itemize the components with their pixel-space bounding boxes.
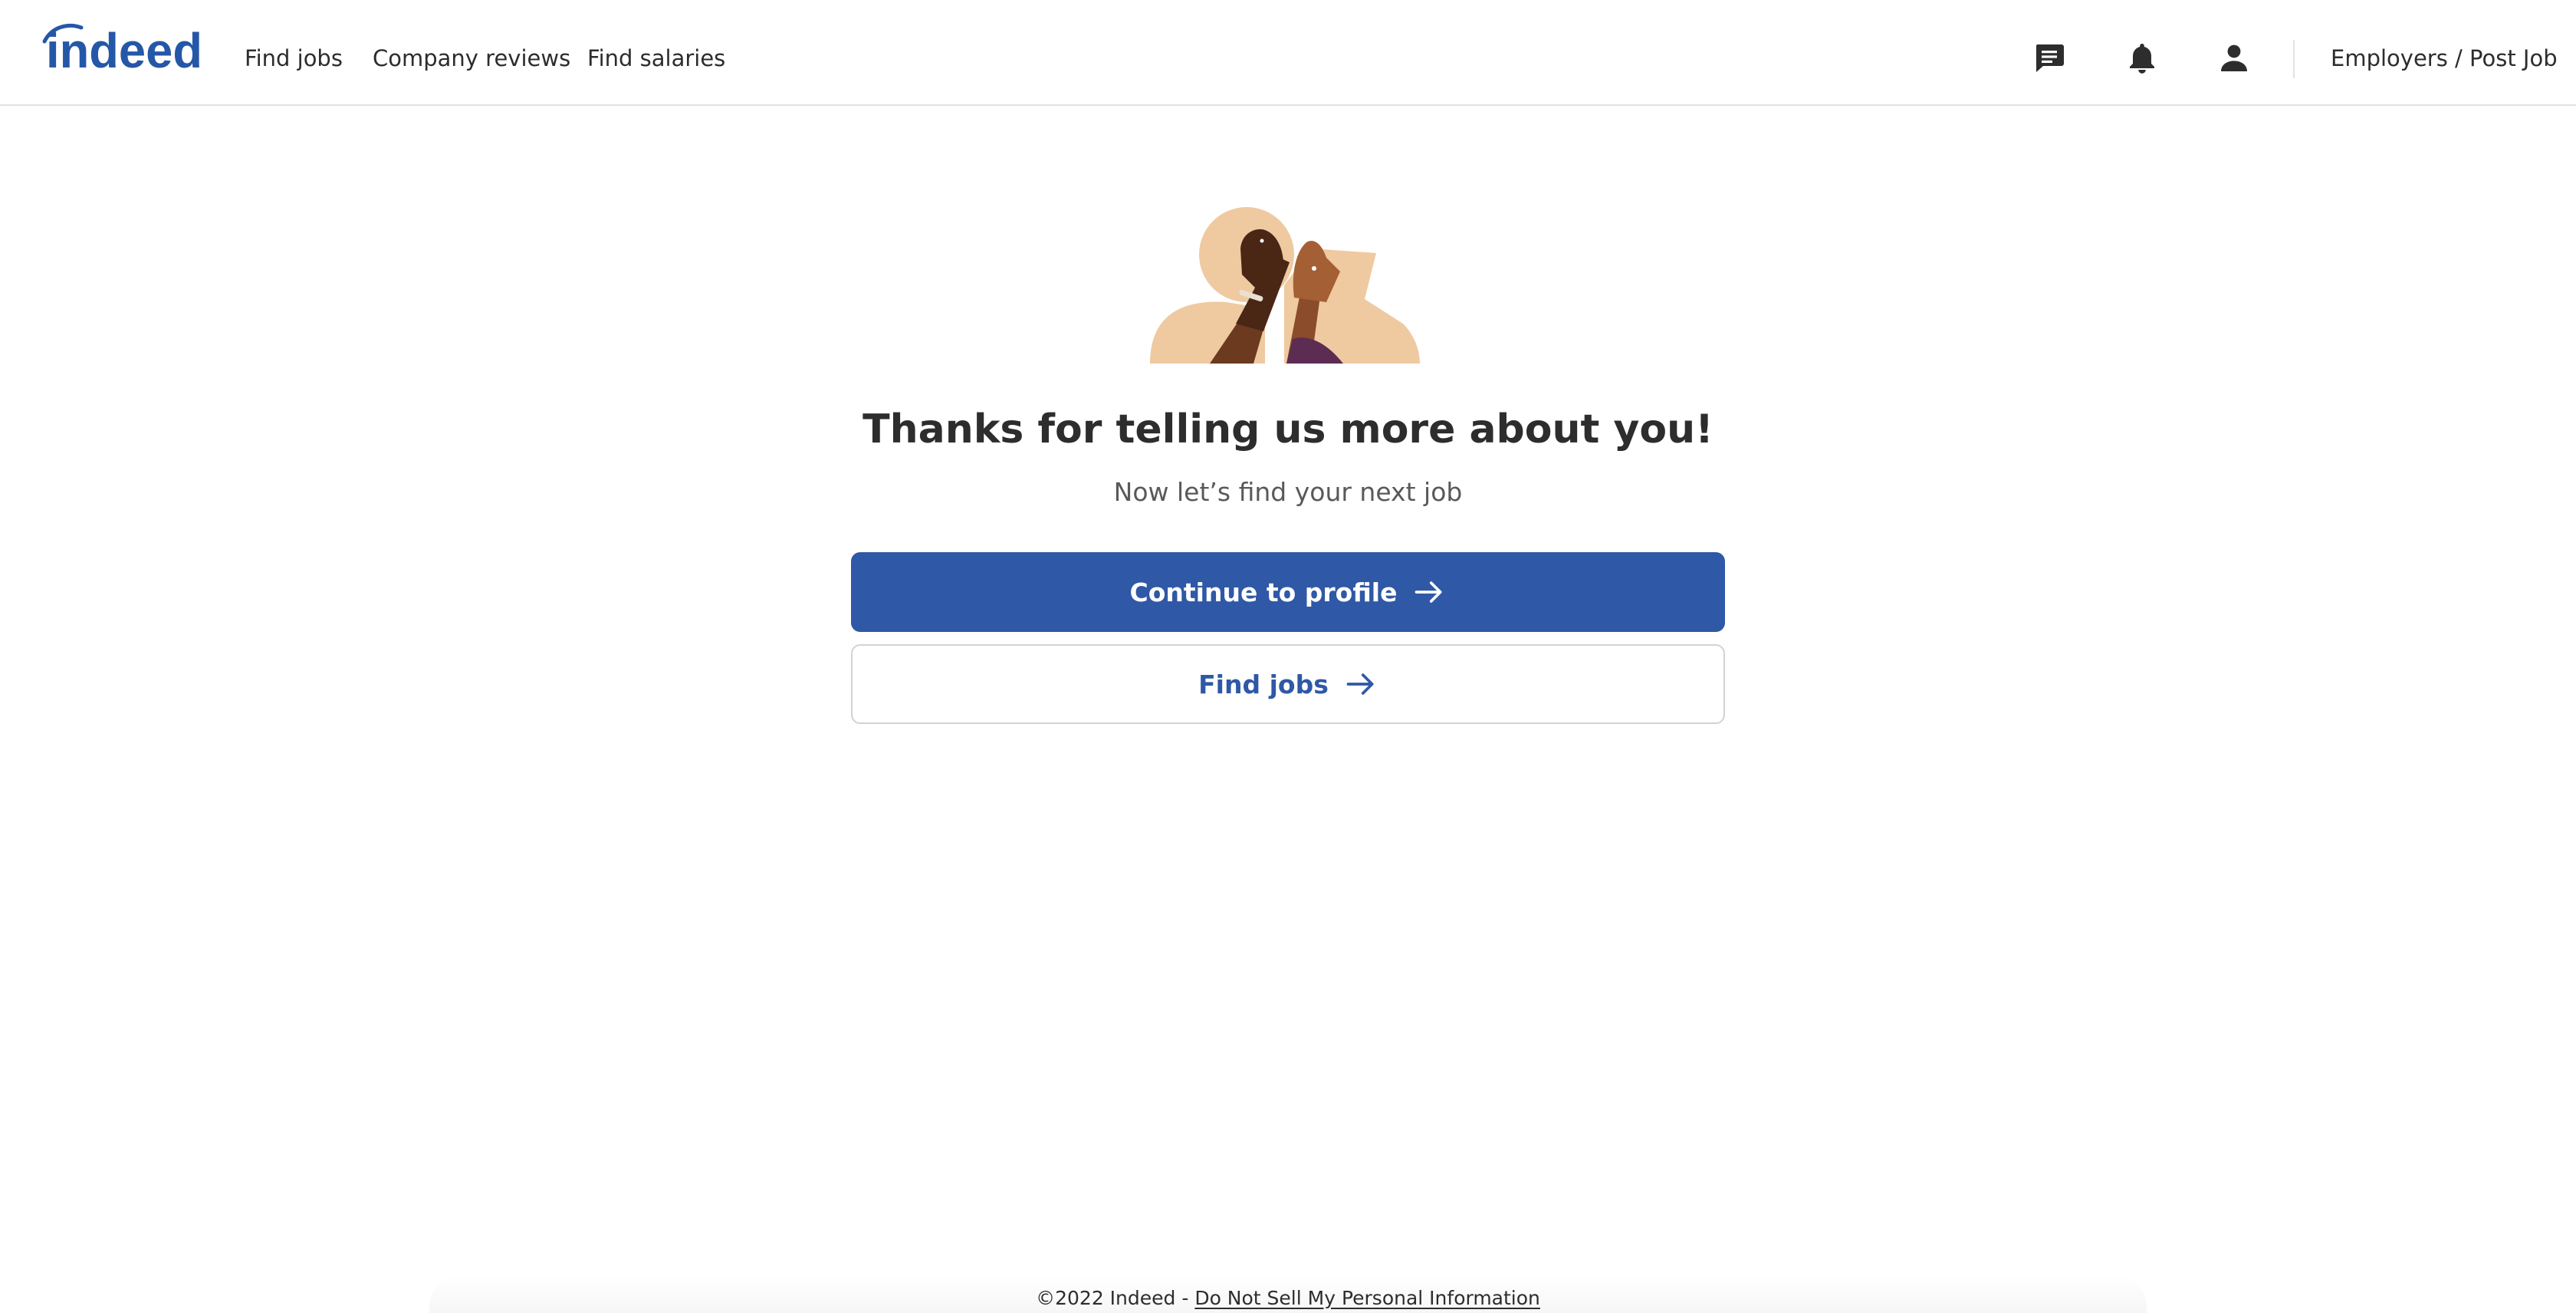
do-not-sell-link[interactable]: Do Not Sell My Personal Information <box>1194 1287 1540 1309</box>
notifications-bell-icon[interactable] <box>2121 37 2164 80</box>
find-jobs-button[interactable]: Find jobs <box>851 644 1725 724</box>
nav-find-salaries[interactable]: Find salaries <box>587 44 725 72</box>
arrow-right-icon <box>1415 581 1442 603</box>
copyright-text: ©2022 Indeed - <box>1036 1287 1195 1309</box>
page-title: Thanks for telling us more about you! <box>863 406 1714 452</box>
employers-post-job-link[interactable]: Employers / Post Job <box>2331 44 2558 72</box>
continue-to-profile-label: Continue to profile <box>1129 577 1398 607</box>
top-header: indeed Find jobs Company reviews Find sa… <box>0 0 2576 106</box>
continue-to-profile-button[interactable]: Continue to profile <box>851 552 1725 632</box>
account-person-icon[interactable] <box>2213 37 2256 80</box>
page-footer: ©2022 Indeed - Do Not Sell My Personal I… <box>0 1285 2576 1311</box>
nav-find-jobs[interactable]: Find jobs <box>245 44 343 72</box>
messages-icon[interactable] <box>2028 37 2071 80</box>
indeed-logo[interactable]: indeed <box>41 21 207 77</box>
nav-company-reviews[interactable]: Company reviews <box>373 44 570 72</box>
page-subtitle: Now let’s find your next job <box>1113 477 1463 507</box>
arrow-right-icon <box>1346 673 1374 695</box>
find-jobs-label: Find jobs <box>1198 669 1329 699</box>
high-five-hands-illustration <box>1150 207 1420 364</box>
logo-text: indeed <box>46 23 202 77</box>
header-divider <box>2293 40 2295 78</box>
